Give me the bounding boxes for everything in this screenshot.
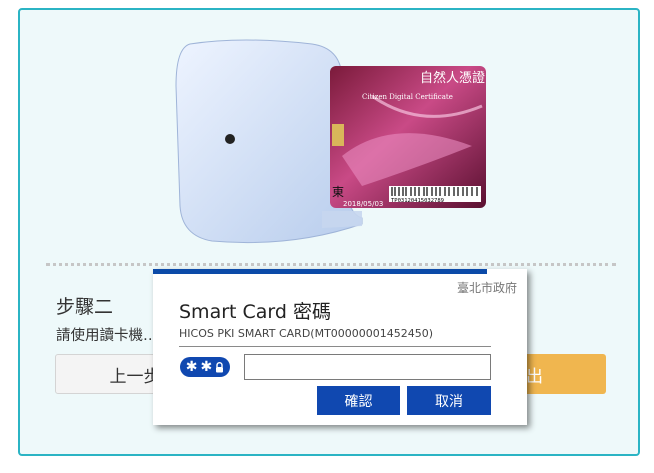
card-name: 東 (332, 185, 344, 199)
smart-card: 自然人憑證 Citizen Digital Certificate 東 2018… (330, 66, 486, 208)
card-date: 2018/05/03 (343, 200, 383, 208)
card-serial: TP03120415032789 (391, 198, 444, 204)
card-chip (332, 124, 344, 146)
step-title: 步驟二 (56, 296, 114, 318)
dialog-issuer: 臺北市政府 (456, 281, 517, 295)
card-title-cn: 自然人憑證 (420, 70, 485, 86)
cancel-button[interactable]: 取消 (407, 386, 491, 415)
dialog-card-id: HICOS PKI SMART CARD(MT00000001452450) (179, 327, 434, 340)
card-title-en: Citizen Digital Certificate (362, 93, 453, 101)
dotted-divider (46, 263, 616, 266)
confirm-button[interactable]: 確認 (317, 386, 400, 415)
dialog-title: Smart Card 密碼 (179, 301, 332, 323)
dialog-divider (179, 346, 491, 347)
pin-dialog: 臺北市政府 Smart Card 密碼 HICOS PKI SMART CARD… (153, 269, 527, 425)
pin-lock-icon: ✱ ✱ (180, 357, 230, 377)
card-reader-illustration: 自然人憑證 Citizen Digital Certificate 東 2018… (175, 39, 486, 244)
dialog-accent-bar (153, 269, 487, 274)
reader-led (225, 134, 235, 144)
pin-input[interactable] (244, 354, 491, 380)
